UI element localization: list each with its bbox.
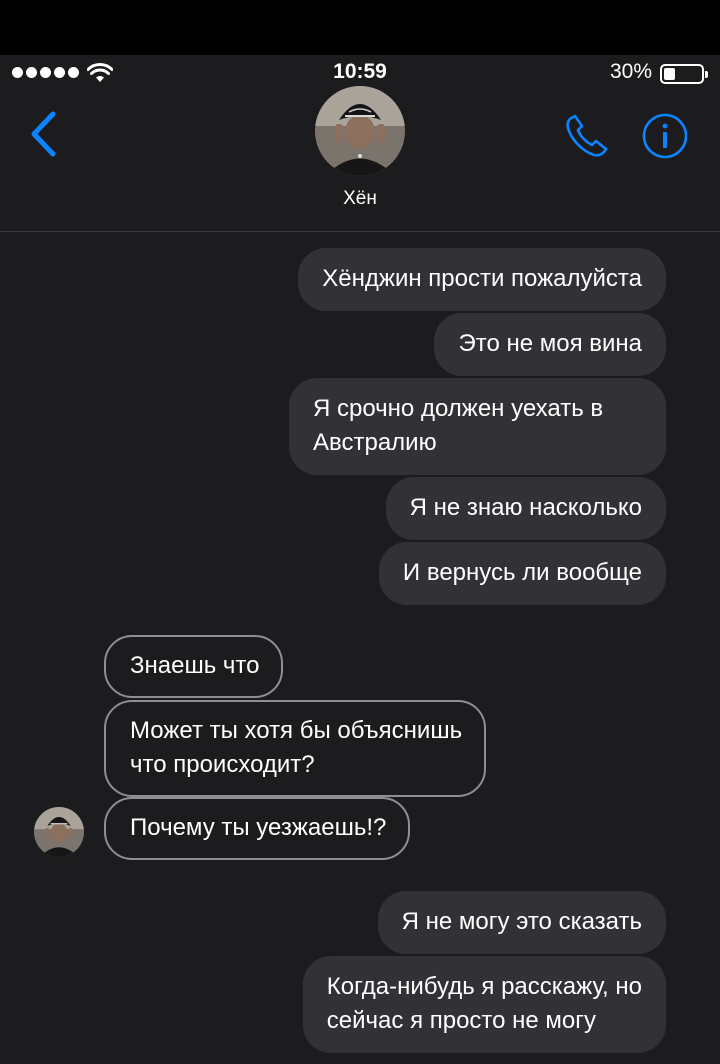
- message-outgoing[interactable]: И вернусь ли вообще: [378, 542, 666, 605]
- top-black-bar: [0, 0, 720, 55]
- conversation-header: Хён: [0, 86, 720, 232]
- message-text: Я срочно должен уехать в: [313, 395, 604, 422]
- message-incoming[interactable]: Почему ты уезжаешь!?: [104, 797, 411, 860]
- message-outgoing[interactable]: Это не моя вина: [434, 313, 666, 376]
- battery-level: [664, 68, 675, 80]
- message-text: Я не могу это сказать: [401, 908, 642, 935]
- message-outgoing[interactable]: Я срочно должен уехать в Австралию: [289, 378, 666, 475]
- back-button[interactable]: [24, 109, 64, 159]
- message-text: Когда-нибудь я расскажу, но: [326, 973, 642, 1000]
- message-incoming[interactable]: Знаешь что: [104, 635, 284, 698]
- message-outgoing[interactable]: Хёнджин прости пожалуйста: [298, 248, 666, 311]
- message-outgoing[interactable]: Я не могу это сказать: [377, 891, 666, 954]
- message-outgoing[interactable]: Когда-нибудь я расскажу, но сейчас я про…: [302, 956, 666, 1053]
- message-text: Я не знаю насколько: [409, 494, 642, 521]
- sender-avatar: [34, 807, 84, 857]
- message-text: Может ты хотя бы объяснишь: [130, 717, 463, 744]
- message-text: Австралию: [313, 429, 437, 456]
- message-text: Хёнджин прости пожалуйста: [322, 265, 642, 292]
- message-text: Знаешь что: [130, 652, 260, 679]
- info-button[interactable]: [640, 111, 690, 161]
- message-text: И вернусь ли вообще: [402, 559, 642, 586]
- message-outgoing[interactable]: Я не знаю насколько: [385, 477, 666, 540]
- chevron-left-icon: [31, 111, 56, 157]
- info-icon: [642, 113, 688, 159]
- status-bar: 10:59 30%: [0, 55, 720, 89]
- call-button[interactable]: [560, 109, 616, 165]
- battery-icon: [660, 64, 708, 84]
- message-text: что происходит?: [130, 751, 315, 778]
- message-text: сейчас я просто не могу: [326, 1007, 597, 1034]
- contact-avatar[interactable]: [315, 86, 405, 176]
- battery-percent: 30%: [609, 60, 652, 83]
- contact-name[interactable]: Хён: [0, 188, 720, 210]
- message-incoming[interactable]: Может ты хотя бы объяснишь что происходи…: [104, 700, 487, 797]
- phone-icon: [566, 114, 608, 157]
- message-text: Почему ты уезжаешь!?: [130, 814, 387, 841]
- message-text: Это не моя вина: [458, 330, 642, 357]
